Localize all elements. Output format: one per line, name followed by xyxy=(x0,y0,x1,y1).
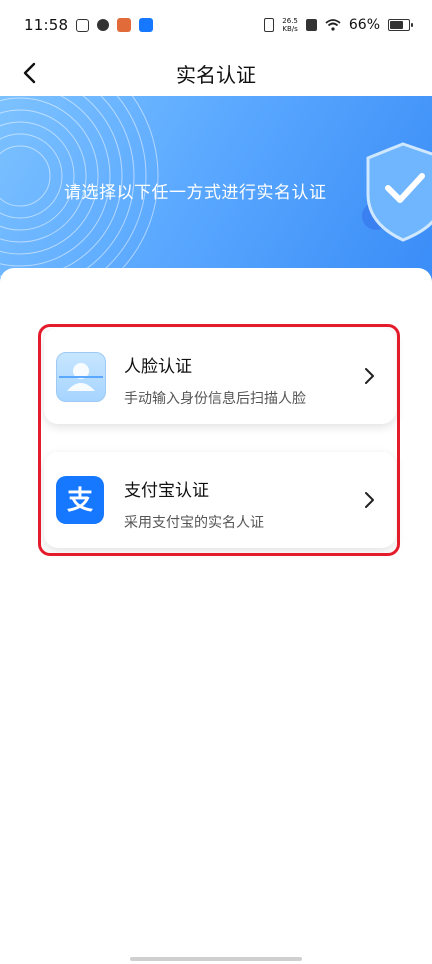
battery-icon xyxy=(388,19,413,31)
banner-text: 请选择以下任一方式进行实名认证 xyxy=(64,183,327,203)
alipay-notification-icon xyxy=(139,18,154,32)
calendar-icon xyxy=(76,18,90,32)
home-indicator[interactable] xyxy=(130,957,302,961)
back-button[interactable] xyxy=(14,56,44,90)
battery-percent: 66% xyxy=(348,17,380,33)
net-speed: 26.5 KB/s xyxy=(282,17,298,33)
page-title: 实名认证 xyxy=(176,62,256,87)
sim-off-icon xyxy=(305,19,317,31)
banner: 请选择以下任一方式进行实名认证 xyxy=(0,96,432,286)
chevron-left-icon xyxy=(23,62,36,84)
game-icon xyxy=(117,18,132,32)
status-bar: 11:58 26.5 KB/s 66% xyxy=(0,0,432,50)
status-time: 11:58 xyxy=(24,16,69,34)
net-speed-value: 26.5 xyxy=(282,17,298,25)
net-speed-unit: KB/s xyxy=(282,25,298,33)
shield-check-icon xyxy=(362,142,432,242)
vibrate-icon xyxy=(264,18,275,32)
app-icon xyxy=(97,19,110,31)
highlight-frame xyxy=(38,324,400,556)
title-bar: 实名认证 xyxy=(0,50,432,96)
wifi-icon xyxy=(325,19,341,31)
